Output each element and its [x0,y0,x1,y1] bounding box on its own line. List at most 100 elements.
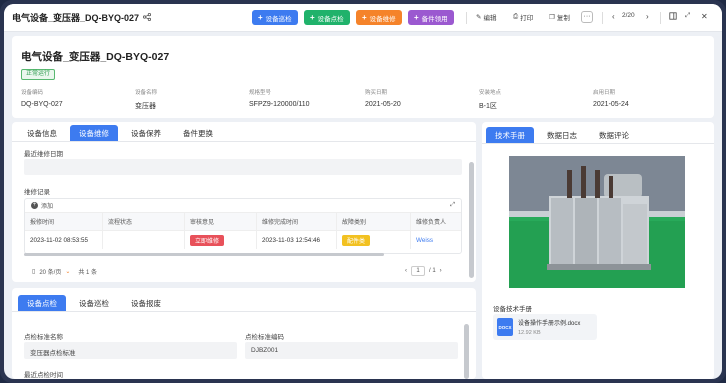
field-value: 2021-05-24 [593,101,629,108]
field-value: 变压器 [135,103,156,110]
last-repair-label: 最近维修日期 [24,151,63,158]
tab-device-check[interactable]: 设备点检 [18,295,66,311]
owner-link[interactable]: Weiss [411,231,461,249]
divider [602,12,603,24]
docx-file-icon: DOCX [497,318,513,336]
last-check-label: 最近点检时间 [24,372,63,379]
add-circle-icon[interactable]: + [31,202,38,209]
header-card: 电气设备_变压器_DQ-BYQ-027 正常运行 设备编码 DQ-BYQ-027 … [12,36,714,118]
page-title: 电气设备_变压器_DQ-BYQ-027 [21,51,170,63]
add-link[interactable]: 添加 [41,201,53,210]
record-pager: 2/20 [622,12,635,19]
field-name: 设备名称 变压器 [135,88,245,111]
inspection-tabs: 设备点检 设备巡检 设备报废 [12,288,476,312]
col-review[interactable]: 审核意见 [185,213,257,230]
field-label: 安装地点 [479,90,502,96]
transformer-image [509,156,685,288]
divider [660,12,661,24]
field-code: 设备编码 DQ-BYQ-027 [21,88,131,108]
plus-icon: + [258,12,263,22]
review-tag: 立即维修 [190,234,225,246]
chevron-down-icon[interactable]: ⌄ [65,268,70,275]
col-flow-status[interactable]: 流程状态 [103,213,185,230]
inspect-button[interactable]: + 设备巡检 [252,10,298,25]
vertical-scrollbar[interactable] [464,324,469,379]
page-nav: ‹ 1 / 1 › [405,266,442,276]
cell-review: 立即维修 [185,231,257,249]
col-owner[interactable]: 维修负责人 [411,213,461,230]
expand-icon[interactable]: ⤢ [450,202,455,209]
horizontal-scrollbar[interactable] [24,253,384,256]
std-code-label: 点检标准编码 [245,334,284,341]
field-value: DQ-BYQ-027 [21,101,63,108]
col-finish-time[interactable]: 维修完成时间 [257,213,337,230]
tab-device-inspect[interactable]: 设备巡检 [70,295,118,311]
edit-button[interactable]: ✎ 编辑 [476,12,496,22]
table-row[interactable]: 2023-11-02 08:53:55 立即维修 2023-11-03 12:5… [25,231,461,249]
manual-section-label: 设备技术手册 [493,306,532,313]
field-value: B-1区 [479,103,497,110]
field-label: 规格型号 [249,90,272,96]
field-value: 2021-05-20 [365,101,401,108]
manual-file[interactable]: DOCX 设备操作手册示例.docx 12.92 KB [493,314,597,340]
tab-device-repair[interactable]: 设备维修 [70,125,118,141]
fullscreen-icon[interactable]: ⤢ [685,12,690,20]
std-code-field[interactable]: DJBZ001 [245,342,458,359]
plus-icon: + [414,12,419,22]
plus-icon: + [362,12,367,22]
cell-fault-type: 配件类 [337,231,411,249]
divider [466,12,467,24]
cell-report-time: 2023-11-02 08:53:55 [25,231,103,249]
col-fault-type[interactable]: 故障类别 [337,213,411,230]
std-name-label: 点检标准名称 [24,334,63,341]
inspection-panel: 设备点检 设备巡检 设备报废 点检标准名称 变压器点检标准 点检标准编码 DJB… [12,288,476,379]
tab-data-log[interactable]: 数据日志 [538,127,586,143]
close-icon[interactable]: ✕ [701,12,708,21]
spare-parts-button-label: 备件领用 [421,15,448,23]
repair-table: + 添加 ⤢ 报修时间 流程状态 审核意见 维修完成时间 故障类别 维修负责人 … [24,198,462,254]
side-panel-icon[interactable] [669,12,677,20]
inspect-button-label: 设备巡检 [265,15,292,23]
field-label: 设备名称 [135,90,158,96]
more-icon[interactable]: ··· [581,11,593,23]
next-page-icon[interactable]: › [440,268,442,274]
field-label: 购买日期 [365,90,388,96]
tab-spare-replace[interactable]: 备件更换 [174,125,222,141]
vertical-scrollbar[interactable] [469,162,474,278]
field-purchase-date: 购买日期 2021-05-20 [365,88,475,108]
check-button[interactable]: + 设备点检 [304,10,350,25]
repair-button-label: 设备维修 [369,15,396,23]
print-button[interactable]: ⎙ 打印 [513,12,533,22]
page-size-icon: ▯ [32,269,36,275]
status-badge: 正常运行 [21,69,56,80]
repair-button[interactable]: + 设备维修 [356,10,402,25]
tab-device-info[interactable]: 设备信息 [18,125,66,141]
prev-page-icon[interactable]: ‹ [405,268,407,274]
last-repair-field[interactable] [24,159,462,175]
cell-flow-status [103,231,185,249]
std-name-field[interactable]: 变压器点检标准 [24,342,237,359]
device-frame: 电气设备_变压器_DQ-BYQ-027 + 设备巡检 + 设备点检 + 设备维修 + 备… [0,0,726,383]
device-photo [509,156,685,288]
file-size: 12.92 KB [518,330,541,336]
page-input[interactable]: 1 [411,266,425,276]
print-icon: ⎙ [513,13,519,20]
tab-data-comments[interactable]: 数据评论 [590,127,638,143]
table-toolbar: + 添加 ⤢ [25,199,461,213]
spare-parts-button[interactable]: + 备件领用 [408,10,454,25]
copy-button[interactable]: ❐ 复制 [549,12,570,22]
plus-icon: + [310,12,315,22]
edit-icon: ✎ [476,14,482,21]
share-icon[interactable] [143,12,152,23]
col-report-time[interactable]: 报修时间 [25,213,103,230]
page-size-select[interactable]: 20 条/页 [39,267,61,276]
prev-record-icon[interactable]: ‹ [612,12,615,21]
next-record-icon[interactable]: › [646,12,649,21]
copy-icon: ❐ [549,14,555,21]
tab-device-maintenance[interactable]: 设备保养 [122,125,170,141]
table-pagination: ▯ 20 条/页 ⌄ 共 1 条 [32,267,97,276]
tab-device-scrap[interactable]: 设备报废 [122,295,170,311]
records-label: 维修记录 [24,189,50,196]
tab-tech-manual[interactable]: 技术手册 [486,127,534,143]
maintenance-panel: 设备信息 设备维修 设备保养 备件更换 最近维修日期 维修记录 + 添加 ⤢ 报… [12,122,476,282]
